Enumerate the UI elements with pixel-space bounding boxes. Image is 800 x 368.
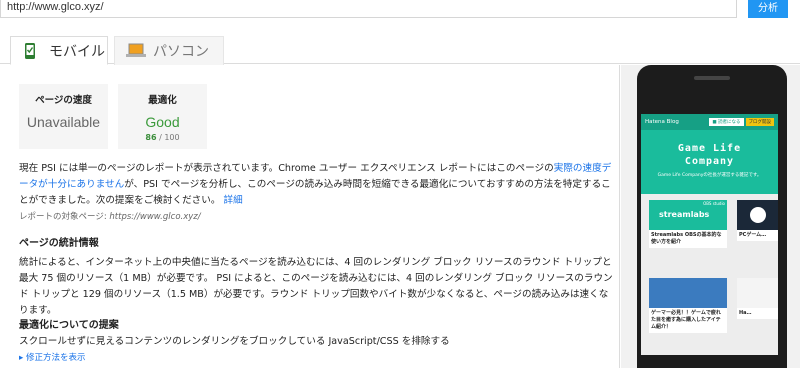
article-title: ゲーマー必見！！ゲームで疲れた目を癒す為に購入したアイテム紹介！ bbox=[651, 310, 721, 330]
mobile-preview-panel: Hatena Blog ■ 読者になる ブログ開設 Game Life Comp… bbox=[621, 65, 800, 368]
url-bar: http://www.glco.xyz/ 分析 bbox=[0, 0, 800, 28]
article-card: ゲーマー必見！！ゲームで疲れた目を癒す為に購入したアイテム紹介！ bbox=[649, 278, 727, 333]
analyze-button[interactable]: 分析 bbox=[748, 0, 788, 18]
article-cards: OBS studio streamlabs Streamlabs OBSの基本的… bbox=[641, 194, 778, 355]
article-thumbnail bbox=[649, 278, 727, 308]
tab-desktop[interactable]: パソコン bbox=[114, 36, 224, 65]
optimization-heading: 最適化 bbox=[148, 95, 177, 106]
target-page: レポートの対象ページ: https://www.glco.xyz/ bbox=[19, 210, 201, 222]
mobile-phone-icon bbox=[21, 42, 39, 60]
open-blog-button: ブログ開設 bbox=[745, 118, 774, 126]
blog-title-line1: Game Life bbox=[677, 143, 742, 154]
summary-text-before: 現在 PSI には単一のページのレポートが表示されています。Chrome ユーザ… bbox=[19, 163, 554, 174]
article-card: PCゲーム… bbox=[737, 200, 778, 241]
stats-heading: ページの統計情報 bbox=[19, 238, 99, 249]
tab-mobile[interactable]: モバイル bbox=[10, 36, 108, 65]
target-url: https://www.glco.xyz/ bbox=[109, 212, 201, 222]
phone-speaker bbox=[694, 76, 730, 80]
blog-hero: Game Life Company Game Life Companyの社長が運… bbox=[641, 130, 778, 194]
article-thumbnail: OBS studio streamlabs bbox=[649, 200, 727, 230]
blog-title-line2: Company bbox=[684, 156, 735, 167]
thumbnail-badge: OBS studio bbox=[703, 201, 725, 206]
blog-subtitle: Game Life Companyの社長が運営する雑記です。 bbox=[657, 173, 762, 178]
article-card: Ha… bbox=[737, 278, 778, 319]
blog-name: Hatena Blog bbox=[645, 119, 679, 125]
optimization-score: 86 / 100 bbox=[118, 133, 207, 142]
subscribe-button: ■ 読者になる bbox=[709, 118, 744, 126]
tab-desktop-label: パソコン bbox=[153, 44, 209, 60]
url-input[interactable]: http://www.glco.xyz/ bbox=[0, 0, 737, 18]
suggestion-item[interactable]: スクロールせずに見えるコンテンツのレンダリングをブロックしている JavaScr… bbox=[19, 334, 615, 350]
target-label: レポートの対象ページ: bbox=[19, 212, 107, 222]
speed-value: Unavailable bbox=[26, 114, 101, 130]
steam-thumbnail bbox=[737, 200, 778, 230]
hatena-thumbnail bbox=[737, 278, 778, 308]
article-title: Streamlabs OBSの基本的な使い方を紹介 bbox=[651, 232, 722, 245]
phone-screenshot: Hatena Blog ■ 読者になる ブログ開設 Game Life Comp… bbox=[641, 114, 778, 355]
speed-score-box: ページの速度 Unavailable bbox=[19, 84, 108, 149]
article-title: PCゲーム… bbox=[739, 232, 767, 238]
device-tabs: モバイル パソコン bbox=[0, 36, 800, 65]
tab-mobile-label: モバイル bbox=[49, 43, 105, 60]
optimization-score-box: 最適化 Good 86 / 100 bbox=[118, 84, 207, 149]
stats-body: 統計によると、インターネット上の中央値に当たるページを読み込むには、4 回のレン… bbox=[19, 257, 613, 316]
speed-heading: ページの速度 bbox=[35, 95, 92, 106]
article-title: Ha… bbox=[739, 310, 752, 316]
article-card: OBS studio streamlabs Streamlabs OBSの基本的… bbox=[649, 200, 727, 248]
laptop-icon bbox=[125, 42, 146, 60]
show-fix-link[interactable]: ▸ 修正方法を表示 bbox=[19, 351, 85, 363]
optimization-value: Good bbox=[145, 114, 180, 130]
detail-link[interactable]: 詳細 bbox=[224, 195, 243, 206]
optimization-score-max: / 100 bbox=[159, 133, 180, 142]
suggestions-heading: 最適化についての提案 bbox=[19, 320, 119, 331]
summary-paragraph: 現在 PSI には単一のページのレポートが表示されています。Chrome ユーザ… bbox=[19, 161, 615, 209]
thumbnail-logo: streamlabs bbox=[659, 210, 710, 219]
optimization-score-number: 86 bbox=[145, 133, 157, 142]
report-content: ページの速度 Unavailable 最適化 Good 86 / 100 現在 … bbox=[0, 65, 620, 368]
blog-header-bar: Hatena Blog ■ 読者になる ブログ開設 bbox=[641, 114, 778, 130]
steam-icon bbox=[749, 207, 766, 223]
